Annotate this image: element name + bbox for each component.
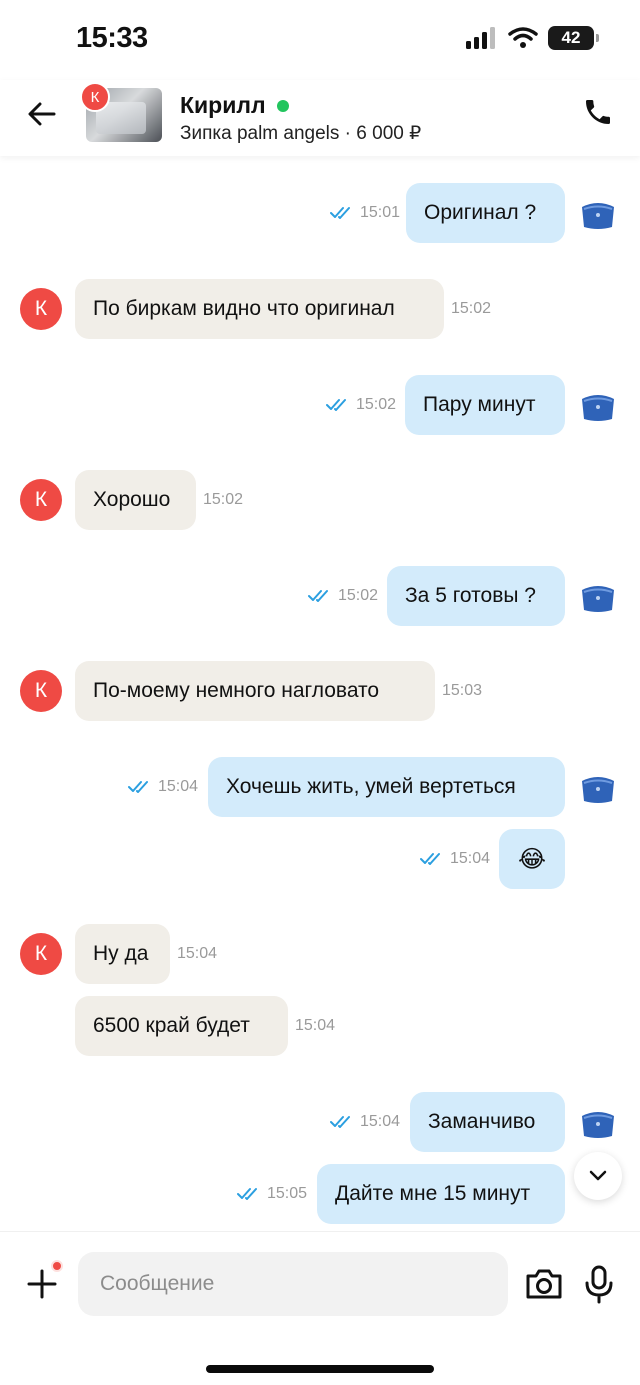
message-meta: 15:02 xyxy=(326,375,396,435)
battery-indicator: 42 xyxy=(548,26,599,50)
camera-button[interactable] xyxy=(524,1266,564,1302)
message-bubble[interactable]: Хорошо xyxy=(75,470,196,530)
message-outgoing: 15:02 Пару минут xyxy=(0,375,640,435)
chevron-down-icon xyxy=(589,1170,607,1181)
message-bubble[interactable]: Пару минут xyxy=(405,375,565,435)
double-check-icon xyxy=(420,853,440,865)
message-bubble[interactable]: Дайте мне 15 минут xyxy=(317,1164,565,1224)
listing-title-price[interactable]: Зипка palm angels · 6 000 ₽ xyxy=(180,122,421,145)
scroll-to-bottom-button[interactable] xyxy=(574,1152,622,1200)
message-incoming: К По-моему немного нагловато 15:03 xyxy=(0,661,640,721)
message-bubble[interactable]: Оригинал ? xyxy=(406,183,565,243)
bag-icon xyxy=(582,1112,614,1138)
status-bar: 15:33 42 xyxy=(0,0,640,80)
message-meta: 15:05 xyxy=(237,1164,307,1224)
message-bubble[interactable]: По-моему немного нагловато xyxy=(75,661,435,721)
back-arrow-icon xyxy=(28,102,56,126)
message-meta: 15:01 xyxy=(330,183,400,243)
message-outgoing: 15:04 Хочешь жить, умей вертеться xyxy=(0,757,640,817)
message-outgoing: 15:04 😂 xyxy=(0,829,640,889)
message-incoming: К По биркам видно что оригинал 15:02 xyxy=(0,279,640,339)
message-time: 15:02 xyxy=(338,587,379,604)
bag-icon xyxy=(582,203,614,229)
double-check-icon xyxy=(128,781,148,793)
signal-icon xyxy=(466,27,495,49)
message-time: 15:04 xyxy=(450,850,491,867)
voice-message-button[interactable] xyxy=(584,1264,614,1304)
sender-avatar: К xyxy=(20,479,62,521)
message-bubble[interactable]: Ну да xyxy=(75,924,170,984)
message-outgoing: 15:04 Заманчиво xyxy=(0,1092,640,1152)
chat-header: К Кирилл Зипка palm angels · 6 000 ₽ xyxy=(0,80,640,156)
message-outgoing: 15:05 Дайте мне 15 минут xyxy=(0,1164,640,1224)
message-time: 15:02 xyxy=(203,491,244,508)
double-check-icon xyxy=(237,1188,257,1200)
home-indicator xyxy=(206,1365,434,1373)
sender-avatar: К xyxy=(20,670,62,712)
status-time: 15:33 xyxy=(76,22,148,54)
contact-avatar: К xyxy=(80,82,110,112)
bag-icon xyxy=(582,395,614,421)
camera-icon xyxy=(526,1269,562,1299)
message-bubble[interactable]: 6500 край будет xyxy=(75,996,288,1056)
back-button[interactable] xyxy=(22,94,62,134)
message-meta: 15:02 xyxy=(308,566,378,626)
message-meta: 15:04 xyxy=(420,829,490,889)
message-bubble-emoji[interactable]: 😂 xyxy=(499,829,565,889)
message-outgoing: 15:02 За 5 готовы ? xyxy=(0,566,640,626)
phone-icon xyxy=(586,100,610,124)
online-status-dot xyxy=(277,100,289,112)
message-meta: 15:04 xyxy=(330,1092,400,1152)
double-check-icon xyxy=(330,1116,350,1128)
double-check-icon xyxy=(330,207,350,219)
message-bubble[interactable]: Заманчиво xyxy=(410,1092,565,1152)
message-time: 15:04 xyxy=(295,1017,336,1034)
bag-icon xyxy=(582,777,614,803)
message-time: 15:03 xyxy=(442,682,483,699)
notification-dot xyxy=(51,1260,63,1272)
sender-avatar: К xyxy=(20,288,62,330)
message-bubble[interactable]: За 5 готовы ? xyxy=(387,566,565,626)
message-bubble[interactable]: Хочешь жить, умей вертеться xyxy=(208,757,565,817)
message-meta: 15:04 xyxy=(128,757,198,817)
message-input[interactable] xyxy=(78,1252,508,1316)
message-time: 15:05 xyxy=(267,1185,308,1202)
message-time: 15:01 xyxy=(360,204,401,221)
message-time: 15:04 xyxy=(177,945,218,962)
sender-avatar: К xyxy=(20,933,62,975)
message-time: 15:02 xyxy=(451,300,492,317)
contact-name[interactable]: Кирилл xyxy=(180,92,266,119)
message-time: 15:04 xyxy=(158,778,199,795)
message-outgoing: 15:01 Оригинал ? xyxy=(0,183,640,243)
message-incoming: К Хорошо 15:02 xyxy=(0,470,640,530)
status-icons: 42 xyxy=(466,26,599,50)
message-incoming: 6500 край будет 15:04 xyxy=(0,996,640,1056)
message-incoming: К Ну да 15:04 xyxy=(0,924,640,984)
bag-icon xyxy=(582,586,614,612)
message-time: 15:02 xyxy=(356,396,397,413)
message-time: 15:04 xyxy=(360,1113,401,1130)
call-button[interactable] xyxy=(580,94,616,130)
message-bubble[interactable]: По биркам видно что оригинал xyxy=(75,279,444,339)
microphone-icon xyxy=(585,1265,613,1304)
double-check-icon xyxy=(326,399,346,411)
wifi-icon xyxy=(508,27,538,48)
message-composer xyxy=(0,1231,640,1385)
double-check-icon xyxy=(308,590,328,602)
message-list[interactable]: 15:01 Оригинал ? К По биркам видно что о… xyxy=(0,156,640,1231)
